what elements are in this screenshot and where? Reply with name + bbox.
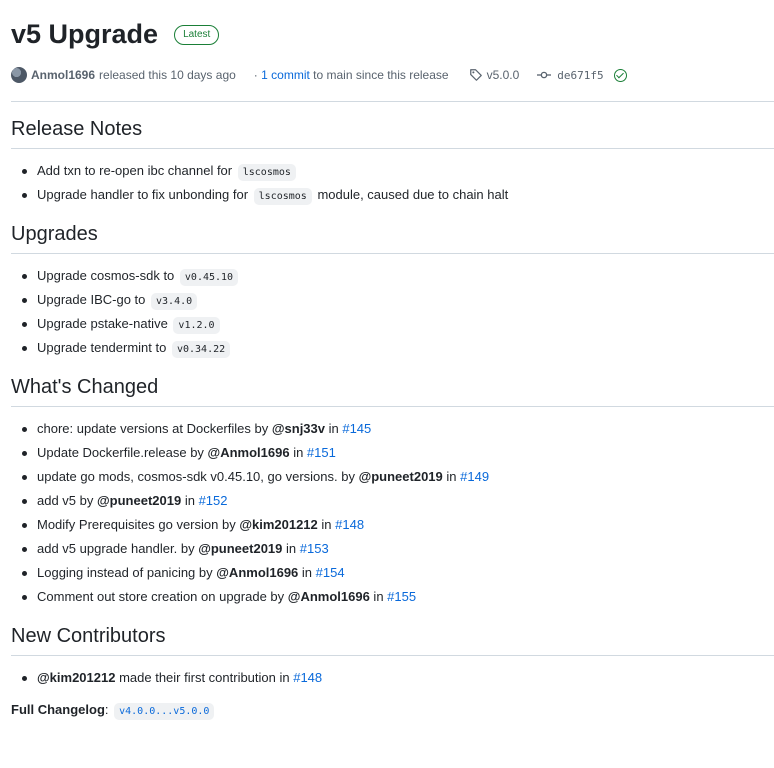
pr-link[interactable]: #151 <box>307 445 336 460</box>
sha-label: de671f5 <box>557 68 604 82</box>
list-item: update go mods, cosmos-sdk v0.45.10, go … <box>22 465 774 489</box>
user-mention-link[interactable]: @kim201212 <box>239 517 317 532</box>
item-text: module, caused due to chain halt <box>313 187 509 202</box>
item-text: in <box>317 517 336 532</box>
changelog-code: v4.0.0...v5.0.0 <box>114 703 215 720</box>
list-item: Upgrade handler to fix unbonding for lsc… <box>22 183 774 207</box>
commit-sha-link[interactable]: de671f5 <box>537 68 627 82</box>
commits-link[interactable]: 1 commit <box>261 68 310 82</box>
user-mention-link[interactable]: @puneet2019 <box>359 469 443 484</box>
pr-link[interactable]: #145 <box>342 421 371 436</box>
commits-rest: to main since this release <box>313 68 449 82</box>
item-text: Upgrade IBC-go to <box>37 292 150 307</box>
pr-link[interactable]: #149 <box>460 469 489 484</box>
release-page: v5 Upgrade Latest Anmol1696 released thi… <box>0 0 774 720</box>
item-text: in <box>442 469 461 484</box>
full-changelog: Full Changelog: v4.0.0...v5.0.0 <box>11 702 774 720</box>
inline-code: v0.45.10 <box>179 269 239 286</box>
tag-icon <box>469 69 482 81</box>
user-mention-link[interactable]: @Anmol1696 <box>216 565 298 580</box>
changelog-link[interactable]: v4.0.0...v5.0.0 <box>112 702 216 720</box>
list-item: @kim201212 made their first contribution… <box>22 666 774 690</box>
item-text: in <box>298 565 316 580</box>
full-changelog-label: Full Changelog <box>11 702 105 717</box>
inline-code: lscosmos <box>253 188 312 205</box>
item-text: in <box>181 493 199 508</box>
user-mention-link[interactable]: @kim201212 <box>37 670 115 685</box>
section-heading-upgrades: Upgrades <box>11 222 774 254</box>
list-item: Modify Prerequisites go version by @kim2… <box>22 513 774 537</box>
inline-code: v1.2.0 <box>173 317 220 334</box>
whats-changed-list: chore: update versions at Dockerfiles by… <box>11 417 774 609</box>
item-text: in <box>325 421 343 436</box>
commit-icon <box>537 71 552 79</box>
item-text: Upgrade cosmos-sdk to <box>37 268 178 283</box>
list-item: Comment out store creation on upgrade by… <box>22 585 774 609</box>
inline-code: v0.34.22 <box>171 341 231 358</box>
list-item: Update Dockerfile.release by @Anmol1696 … <box>22 441 774 465</box>
divider <box>11 101 774 102</box>
item-text: Modify Prerequisites go version by <box>37 517 240 532</box>
author-link[interactable]: Anmol1696 <box>31 68 95 82</box>
item-text: in <box>289 445 307 460</box>
item-text: chore: update versions at Dockerfiles by <box>37 421 272 436</box>
user-mention-link[interactable]: @Anmol1696 <box>288 589 370 604</box>
section-heading-whats-changed: What's Changed <box>11 375 774 407</box>
section-heading-new-contributors: New Contributors <box>11 624 774 656</box>
release-notes-list: Add txn to re-open ibc channel for lscos… <box>11 159 774 207</box>
pr-link[interactable]: #154 <box>316 565 345 580</box>
item-text: Update Dockerfile.release by <box>37 445 208 460</box>
list-item: Upgrade cosmos-sdk to v0.45.10 <box>22 264 774 288</box>
check-circle-icon[interactable] <box>613 68 627 82</box>
list-item: Logging instead of panicing by @Anmol169… <box>22 561 774 585</box>
pr-link[interactable]: #148 <box>335 517 364 532</box>
user-mention-link[interactable]: @snj33v <box>272 421 325 436</box>
release-title[interactable]: v5 Upgrade <box>11 19 158 48</box>
item-text: Comment out store creation on upgrade by <box>37 589 288 604</box>
item-text: Upgrade pstake-native <box>37 316 172 331</box>
user-mention-link[interactable]: @puneet2019 <box>97 493 181 508</box>
list-item: add v5 by @puneet2019 in #152 <box>22 489 774 513</box>
tag-link[interactable]: v5.0.0 <box>469 68 520 82</box>
list-item: Upgrade pstake-native v1.2.0 <box>22 312 774 336</box>
list-item: chore: update versions at Dockerfiles by… <box>22 417 774 441</box>
list-item: add v5 upgrade handler. by @puneet2019 i… <box>22 537 774 561</box>
item-text: add v5 upgrade handler. by <box>37 541 199 556</box>
released-text: released this 10 days ago <box>99 68 236 82</box>
list-item: Upgrade IBC-go to v3.4.0 <box>22 288 774 312</box>
item-text: update go mods, cosmos-sdk v0.45.10, go … <box>37 469 359 484</box>
pr-link[interactable]: #155 <box>387 589 416 604</box>
item-text: Upgrade handler to fix unbonding for <box>37 187 252 202</box>
release-meta: Anmol1696 released this 10 days ago · 1 … <box>11 66 774 84</box>
inline-code: lscosmos <box>237 164 296 181</box>
user-mention-link[interactable]: @puneet2019 <box>198 541 282 556</box>
item-text: Logging instead of panicing by <box>37 565 217 580</box>
new-contributors-list: @kim201212 made their first contribution… <box>11 666 774 690</box>
pr-link[interactable]: #148 <box>293 670 322 685</box>
pr-link[interactable]: #153 <box>300 541 329 556</box>
item-text: Upgrade tendermint to <box>37 340 170 355</box>
item-text: Add txn to re-open ibc channel for <box>37 163 236 178</box>
latest-badge: Latest <box>174 25 220 45</box>
avatar[interactable] <box>11 67 27 83</box>
item-text: in <box>282 541 300 556</box>
list-item: Add txn to re-open ibc channel for lscos… <box>22 159 774 183</box>
upgrades-list: Upgrade cosmos-sdk to v0.45.10 Upgrade I… <box>11 264 774 360</box>
list-item: Upgrade tendermint to v0.34.22 <box>22 336 774 360</box>
item-text: add v5 by <box>37 493 97 508</box>
inline-code: v3.4.0 <box>151 293 198 310</box>
user-mention-link[interactable]: @Anmol1696 <box>208 445 290 460</box>
tag-label: v5.0.0 <box>486 68 520 82</box>
pr-link[interactable]: #152 <box>199 493 228 508</box>
commits-info: · 1 commit to main since this release <box>253 68 449 82</box>
release-header: v5 Upgrade Latest <box>11 0 774 66</box>
section-heading-release-notes: Release Notes <box>11 117 774 149</box>
item-text: made their first contribution in <box>115 670 294 685</box>
item-text: in <box>369 589 388 604</box>
